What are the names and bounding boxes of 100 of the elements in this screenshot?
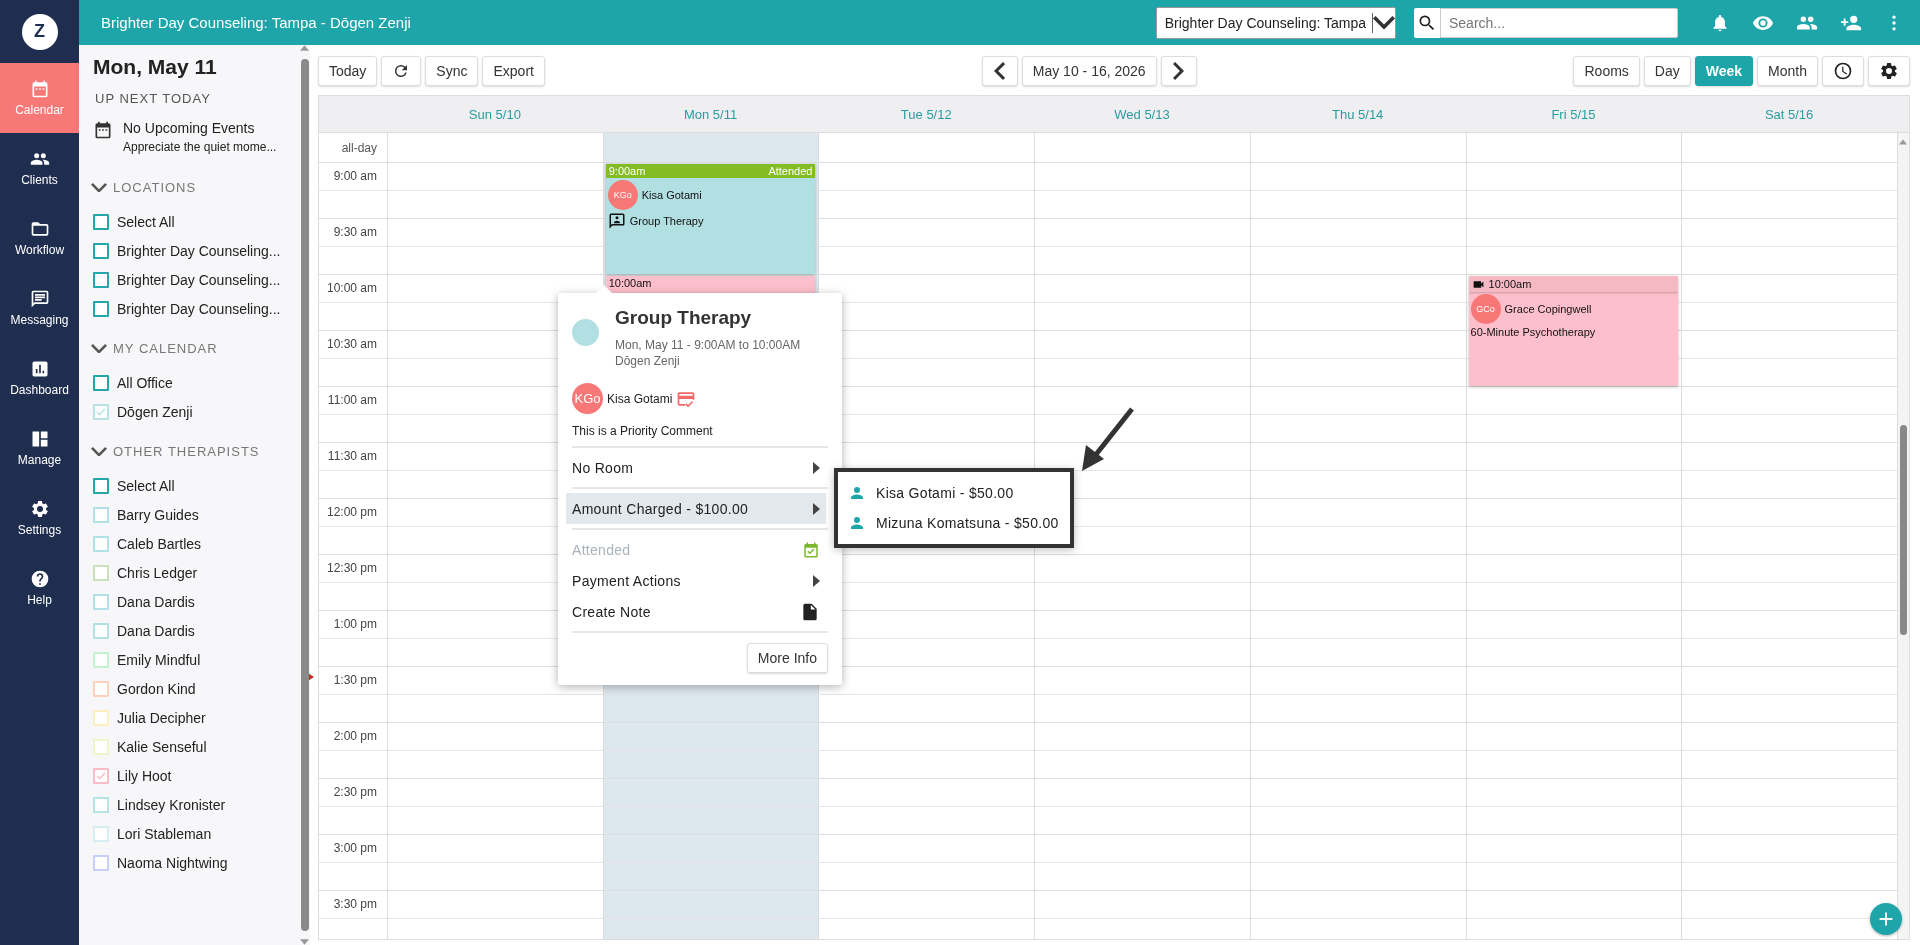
checkbox-label: Julia Decipher bbox=[117, 709, 206, 726]
time-label: 3:30 pm bbox=[333, 897, 377, 913]
event-time: 10:00am bbox=[608, 277, 652, 289]
checkbox-label: Brighter Day Counseling... bbox=[117, 271, 281, 288]
more-info-button[interactable]: More Info bbox=[746, 643, 828, 673]
empty-state-text: Appreciate the quiet mome... bbox=[123, 140, 277, 154]
menu-item[interactable]: Payment Actions bbox=[566, 565, 826, 596]
time-label: 11:00 am bbox=[327, 393, 377, 409]
view-tab[interactable]: Month bbox=[1757, 56, 1818, 86]
toolbar-button[interactable]: Sync bbox=[425, 56, 479, 86]
chevron-left-icon bbox=[994, 62, 1006, 80]
section-toggle[interactable]: OTHER THERAPISTS bbox=[91, 444, 299, 459]
service-name: Group Therapy bbox=[629, 215, 704, 227]
checkbox[interactable] bbox=[93, 213, 109, 230]
check-icon bbox=[95, 769, 107, 782]
event-time: 10:00am bbox=[1488, 278, 1532, 290]
checkbox[interactable] bbox=[93, 374, 109, 391]
calendar-event[interactable]: 9:00am Attended KGo Kisa Gotami Group Therapy bbox=[605, 164, 816, 274]
settings-button[interactable] bbox=[1868, 56, 1910, 86]
person-icon bbox=[848, 484, 866, 502]
checkbox-label: Brighter Day Counseling... bbox=[117, 300, 281, 317]
submenu-item[interactable]: Kisa Gotami - $50.00 bbox=[848, 478, 1060, 508]
nav-item[interactable]: Dashboard bbox=[0, 343, 79, 413]
refresh-button[interactable] bbox=[381, 56, 422, 86]
checkbox-label: Lori Stableman bbox=[117, 825, 212, 842]
clock-icon bbox=[1833, 61, 1853, 81]
folder-icon bbox=[29, 219, 50, 239]
service-name: 60-Minute Psychotherapy bbox=[1470, 326, 1597, 338]
nav-item[interactable]: Messaging bbox=[0, 273, 79, 343]
nav-item[interactable]: Clients bbox=[0, 133, 79, 203]
view-tab[interactable]: Day bbox=[1643, 56, 1691, 86]
clock-button[interactable] bbox=[1822, 56, 1864, 86]
location-select[interactable]: Brighter Day Counseling: Tampa bbox=[1155, 6, 1396, 39]
chevron-down-icon bbox=[91, 182, 107, 193]
checkbox-label: All Office bbox=[117, 374, 173, 391]
calendar-event[interactable]: 10:00am GCo Grace Copingwell 60-Minute Psychotherapy bbox=[1468, 276, 1679, 386]
time-label: 9:00 am bbox=[333, 169, 377, 185]
scroll-down-icon[interactable] bbox=[300, 939, 309, 945]
settings-icon bbox=[1879, 61, 1899, 81]
submenu-item[interactable]: Mizuna Komatsuna - $50.00 bbox=[848, 508, 1060, 538]
checkbox[interactable] bbox=[93, 854, 109, 871]
help-icon bbox=[29, 569, 50, 589]
nav-item[interactable]: Settings bbox=[0, 483, 79, 553]
nav-item[interactable]: Help bbox=[0, 553, 79, 623]
search-field[interactable]: Search... bbox=[1440, 7, 1678, 38]
search-button[interactable] bbox=[1414, 7, 1440, 38]
client-name: Grace Copingwell bbox=[1504, 303, 1592, 315]
checkbox-label: Dōgen Zenji bbox=[117, 403, 193, 420]
checkbox-label: Lily Hoot bbox=[117, 767, 172, 784]
checkbox[interactable] bbox=[93, 242, 109, 259]
scrollbar[interactable] bbox=[300, 45, 309, 945]
annotation-arrow bbox=[1080, 407, 1136, 473]
scrollbar-thumb[interactable] bbox=[1900, 425, 1907, 635]
checkbox[interactable] bbox=[93, 767, 109, 784]
checkbox-label: Brighter Day Counseling... bbox=[117, 242, 281, 259]
time-label: 12:30 pm bbox=[326, 561, 377, 577]
date-heading: Mon, May 11 bbox=[93, 55, 218, 79]
priority-comment: This is a Priority Comment bbox=[572, 424, 714, 438]
time-label: 12:00 pm bbox=[326, 505, 377, 521]
message-icon bbox=[29, 289, 50, 309]
toolbar-button[interactable]: Today bbox=[318, 56, 378, 86]
scroll-up-icon[interactable] bbox=[1899, 139, 1908, 145]
next-button[interactable] bbox=[1160, 56, 1197, 86]
menu-item[interactable]: Amount Charged - $100.00 bbox=[566, 493, 826, 524]
client-avatar: KGo bbox=[607, 180, 638, 210]
all-day-label: all-day bbox=[319, 133, 387, 163]
event-time: 9:00am bbox=[608, 165, 646, 177]
view-tab[interactable]: Rooms bbox=[1573, 56, 1640, 86]
calendar-icon bbox=[93, 120, 113, 140]
caret-icon bbox=[813, 502, 820, 515]
toolbar-button[interactable]: Export bbox=[482, 56, 545, 86]
checkbox[interactable] bbox=[93, 477, 109, 494]
checkbox-label: Gordon Kind bbox=[117, 680, 196, 697]
time-label: 2:00 pm bbox=[333, 729, 377, 745]
client-avatar: GCo bbox=[1470, 294, 1501, 324]
section-toggle[interactable]: MY CALENDAR bbox=[91, 341, 299, 356]
section-toggle[interactable]: LOCATIONS bbox=[91, 180, 299, 195]
checkbox[interactable] bbox=[93, 300, 109, 317]
checkbox[interactable] bbox=[93, 271, 109, 288]
checkbox-label: Barry Guides bbox=[117, 506, 199, 523]
provider-name: Dōgen Zenji bbox=[615, 353, 681, 369]
window-title: Brighter Day Counseling: Tampa - Dōgen Zenji bbox=[101, 14, 412, 31]
chevron-right-icon bbox=[1173, 62, 1185, 80]
previous-button[interactable] bbox=[981, 56, 1018, 86]
chevron-down-icon bbox=[91, 343, 107, 354]
checkbox-label: Kalie Senseful bbox=[117, 738, 207, 755]
app-logo[interactable]: Z bbox=[21, 13, 58, 50]
add-button[interactable] bbox=[1870, 903, 1902, 935]
nav-item[interactable]: Workflow bbox=[0, 203, 79, 273]
time-label: 11:30 am bbox=[327, 449, 377, 465]
bell-icon[interactable] bbox=[1710, 12, 1730, 33]
event-status: Attended bbox=[768, 165, 813, 177]
date-range-button[interactable]: May 10 - 16, 2026 bbox=[1021, 56, 1157, 86]
menu-item[interactable]: No Room bbox=[566, 452, 826, 483]
scrollbar[interactable] bbox=[1897, 133, 1909, 939]
checkbox-label: Naoma Nightwing bbox=[117, 854, 228, 871]
nav-item[interactable]: Manage bbox=[0, 413, 79, 483]
menu-item[interactable]: Create Note bbox=[566, 596, 826, 627]
checkbox-label: Select All bbox=[117, 213, 175, 230]
checkbox-label: Select All bbox=[117, 477, 175, 494]
